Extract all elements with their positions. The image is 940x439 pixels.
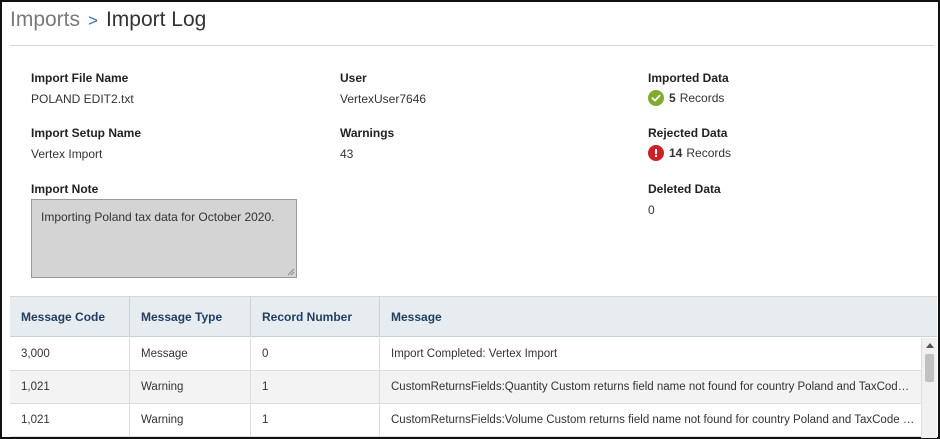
- cell-message-type: Message: [130, 338, 251, 371]
- cell-message: CustomReturnsFields:Volume Custom return…: [391, 414, 921, 426]
- cell-record-number: 0: [251, 338, 380, 371]
- column-header-record-number[interactable]: Record Number: [251, 297, 380, 337]
- header-divider: [10, 45, 934, 46]
- import-note-text: Importing Poland tax data for October 20…: [41, 210, 275, 224]
- cell-message: CustomReturnsFields:Quantity Custom retu…: [391, 381, 921, 393]
- table-body: 3,000 Message 0 Import Completed: Vertex…: [10, 338, 921, 437]
- table-header: Message Code Message Type Record Number …: [10, 297, 937, 337]
- cell-message-type: Warning: [130, 371, 251, 404]
- warnings-value: 43: [340, 147, 354, 161]
- warnings-label: Warnings: [340, 126, 395, 140]
- cell-record-number: 1: [251, 371, 380, 404]
- cell-message-type: Warning: [130, 404, 251, 437]
- import-setup-name-label: Import Setup Name: [31, 126, 142, 140]
- cell-message: Import Completed: Vertex Import: [391, 348, 558, 360]
- import-setup-name-field: Import Setup Name Vertex Import: [31, 126, 141, 161]
- rejected-data-value: 14 Records: [648, 145, 731, 161]
- resize-grip-icon[interactable]: [287, 268, 295, 276]
- column-header-message[interactable]: Message: [380, 297, 937, 337]
- imported-record-count: 5: [669, 91, 676, 105]
- imported-record-unit: Records: [679, 91, 725, 105]
- table-scrollbar[interactable]: [921, 338, 937, 438]
- import-note-textarea[interactable]: Importing Poland tax data for October 20…: [31, 199, 297, 278]
- deleted-data-field: Deleted Data 0: [648, 182, 721, 217]
- scrollbar-thumb[interactable]: [925, 354, 934, 382]
- user-field: User VertexUser7646: [340, 71, 426, 106]
- import-file-name-field: Import File Name POLAND EDIT2.txt: [31, 71, 134, 106]
- user-label: User: [340, 71, 367, 85]
- breadcrumb-imports-link[interactable]: Imports: [10, 6, 80, 34]
- exclamation-circle-icon: [648, 145, 664, 161]
- rejected-record-unit: Records: [686, 146, 732, 160]
- table-row[interactable]: 3,000 Message 0 Import Completed: Vertex…: [10, 338, 921, 371]
- scroll-up-arrow-icon[interactable]: [922, 338, 937, 352]
- import-note-field: Import Note: [31, 182, 98, 196]
- cell-message-code: 3,000: [10, 338, 130, 371]
- check-circle-icon: [648, 90, 664, 106]
- rejected-record-count: 14: [669, 146, 683, 160]
- deleted-data-label: Deleted Data: [648, 182, 721, 196]
- rejected-data-label: Rejected Data: [648, 126, 728, 140]
- breadcrumb: Imports > Import Log: [10, 6, 206, 34]
- imported-data-value: 5 Records: [648, 90, 729, 106]
- import-log-table: Message Code Message Type Record Number …: [10, 296, 937, 438]
- import-file-name-value: POLAND EDIT2.txt: [31, 92, 134, 106]
- cell-record-number: 1: [251, 404, 380, 437]
- user-value: VertexUser7646: [340, 92, 427, 106]
- import-file-name-label: Import File Name: [31, 71, 129, 85]
- rejected-data-field: Rejected Data 14 Records: [648, 126, 731, 161]
- warnings-field: Warnings 43: [340, 126, 394, 161]
- column-header-message-type[interactable]: Message Type: [130, 297, 251, 337]
- imported-data-label: Imported Data: [648, 71, 729, 85]
- table-row[interactable]: 1,021 Warning 1 CustomReturnsFields:Volu…: [10, 404, 921, 437]
- import-log-page: Imports > Import Log Import File Name PO…: [0, 0, 940, 439]
- deleted-data-value: 0: [648, 203, 655, 217]
- imported-data-field: Imported Data 5 Records: [648, 71, 729, 106]
- table-row[interactable]: 1,021 Warning 1 CustomReturnsFields:Quan…: [10, 371, 921, 404]
- breadcrumb-separator: >: [88, 11, 98, 30]
- page-title: Import Log: [105, 8, 207, 31]
- column-header-message-code[interactable]: Message Code: [10, 297, 130, 337]
- cell-message-code: 1,021: [10, 371, 130, 404]
- import-setup-name-value: Vertex Import: [31, 147, 103, 161]
- import-note-label: Import Note: [31, 182, 99, 196]
- cell-message-code: 1,021: [10, 404, 130, 437]
